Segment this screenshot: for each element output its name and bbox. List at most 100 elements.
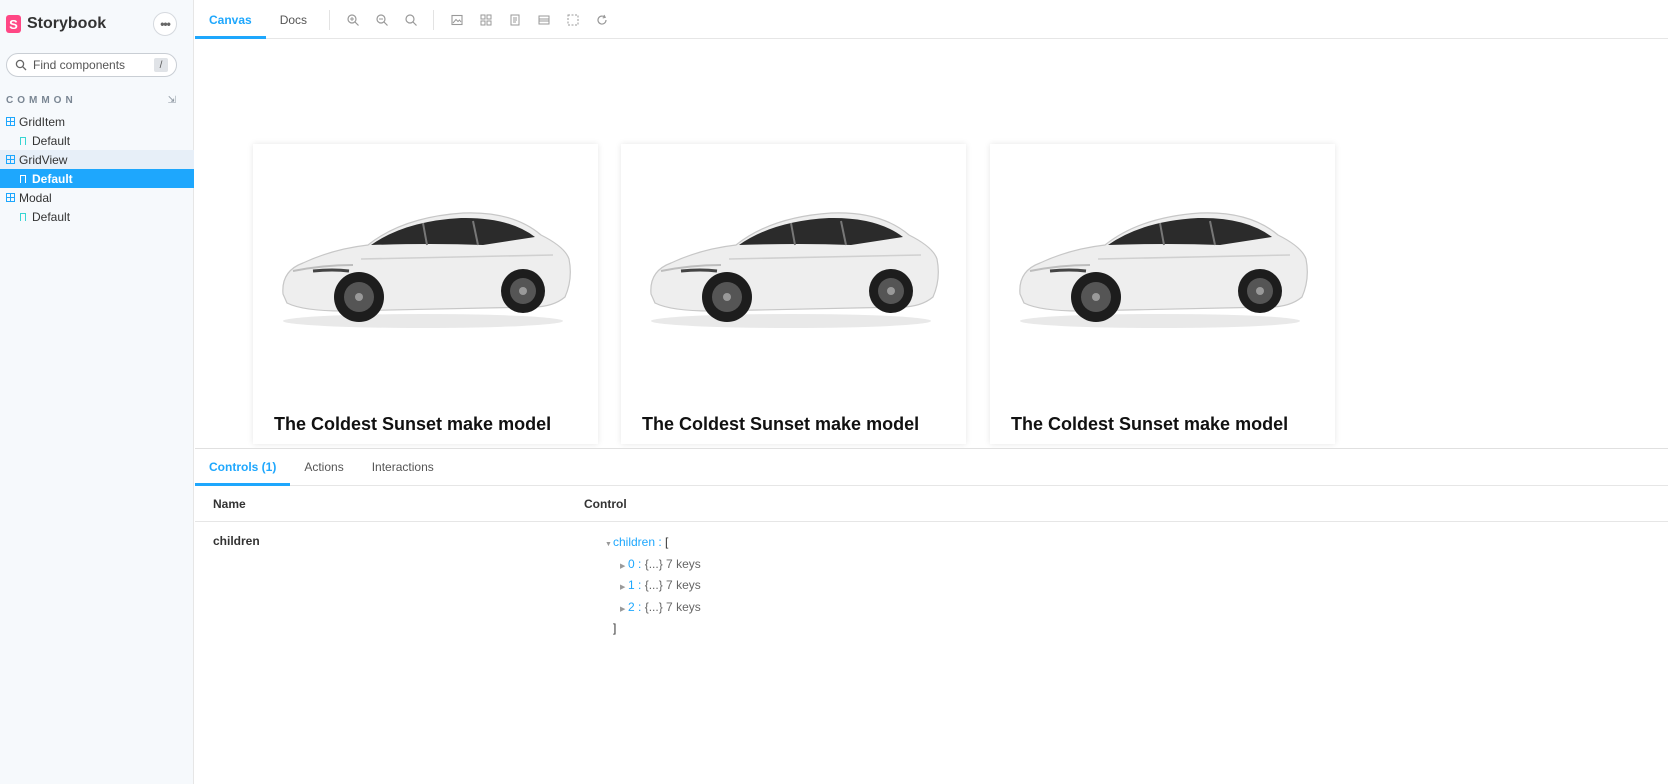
remount-icon [596,14,607,25]
card-title-text: model [1230,414,1289,434]
json-entry[interactable]: ▶ 2 : {...} 7 keys [605,598,701,620]
grid-button[interactable] [471,2,500,38]
card-title-bold: make [447,414,494,434]
component-icon [6,117,15,126]
sidebar-item-griditem[interactable]: GridItem [0,112,194,131]
search-input[interactable]: Find components / [6,53,177,77]
remount-button[interactable] [587,2,616,38]
json-key: children [613,535,656,549]
addon-tabs: Controls (1) Actions Interactions [195,449,1668,486]
collapse-triangle-icon[interactable]: ▼ [605,535,613,555]
sidebar-item-label: Default [32,171,73,186]
section-title: COMMON [6,95,77,106]
viewport-button[interactable] [529,2,558,38]
table-row: children ▼children : [ ▶ 0 : {...} 7 keys… [195,522,1668,642]
preview-toolbar: Canvas Docs [195,2,1668,39]
card-title-bold: make [1184,414,1231,434]
json-entry[interactable]: ▶ 0 : {...} 7 keys [605,555,701,577]
sidebar-item-label: GridView [19,152,68,167]
json-separator: : [634,578,645,592]
sidebar-item-griditem-default[interactable]: Default [0,131,194,150]
sidebar: S Storybook ••• Find components / COMMON… [0,0,194,784]
tab-docs[interactable]: Docs [266,2,321,38]
json-value: {...} 7 keys [644,599,701,614]
component-tree: GridItem Default GridView Default Modal … [0,112,194,226]
zoom-out-icon [375,14,388,26]
brand-name: Storybook [27,15,107,32]
card-title: The Coldest Sunset make model [1011,414,1288,435]
brand[interactable]: S Storybook [6,14,106,34]
outline-button[interactable] [500,2,529,38]
card-title: The Coldest Sunset make model [642,414,919,435]
card-title-text: The Coldest Sunset [642,414,816,434]
card-title-text: The Coldest Sunset [274,414,448,434]
ellipsis-icon: ••• [160,17,171,31]
sidebar-item-gridview[interactable]: GridView [0,150,194,169]
sidebar-item-label: Default [32,209,71,224]
json-separator: : [655,535,666,549]
json-object-control[interactable]: ▼children : [ ▶ 0 : {...} 7 keys ▶ 1 : {..… [605,533,701,639]
sidebar-item-label: Modal [19,190,52,205]
grid-item-card[interactable]: The Coldest Sunset make model [253,144,598,444]
json-root[interactable]: ▼children : [ [605,533,701,555]
tab-canvas[interactable]: Canvas [195,2,266,39]
grid-item-card[interactable]: The Coldest Sunset make model [621,144,966,444]
json-key: 1 [628,578,635,592]
background-icon [450,14,463,26]
sidebar-item-modal[interactable]: Modal [0,188,194,207]
json-bracket-close: ] [613,621,617,635]
measure-button[interactable] [558,2,587,38]
search-shortcut-badge: / [154,58,168,72]
bookmark-icon [20,212,26,221]
arg-name: children [213,534,260,548]
json-entry[interactable]: ▶ 1 : {...} 7 keys [605,576,701,598]
reset-zoom-button[interactable] [396,2,425,38]
json-key: 2 [628,599,635,614]
collapse-all-icon[interactable]: ⇲ [168,95,176,106]
expand-triangle-icon[interactable]: ▶ [620,557,628,577]
sidebar-item-modal-default[interactable]: Default [0,207,194,226]
storybook-logo-icon: S [6,15,21,33]
component-icon [6,193,15,202]
car-image [282,212,571,328]
bookmark-icon [20,136,26,145]
tab-controls[interactable]: Controls (1) [195,449,291,486]
grid-item-card[interactable]: The Coldest Sunset make model [990,144,1335,444]
card-title-text: The Coldest Sunset [1011,414,1185,434]
zoom-in-button[interactable] [338,2,367,38]
car-image [650,212,939,328]
json-key: 0 [628,556,635,571]
json-value: {...} 7 keys [644,556,701,571]
zoom-out-button[interactable] [367,2,396,38]
sidebar-item-label: GridItem [19,114,66,129]
card-title-text: model [493,414,552,434]
card-title-bold: make [815,414,862,434]
tab-actions[interactable]: Actions [290,449,357,485]
toolbar-divider [329,10,331,30]
bookmark-icon [20,174,26,183]
sidebar-item-gridview-default[interactable]: Default [0,169,194,188]
zoom-in-icon [346,14,359,26]
sidebar-item-label: Default [32,133,71,148]
grid-icon [480,14,492,26]
reset-zoom-icon [404,14,417,26]
expand-triangle-icon[interactable]: ▶ [620,600,628,620]
addons-panel: Controls (1) Actions Interactions Name C… [195,448,1668,784]
card-title: The Coldest Sunset make model [274,414,551,435]
measure-icon [567,14,579,26]
header-name: Name [213,496,246,511]
json-separator: : [634,599,645,614]
search-placeholder: Find components [33,58,126,72]
header-control: Control [584,496,627,511]
tab-interactions[interactable]: Interactions [358,449,448,485]
json-separator: : [634,556,645,571]
component-icon [6,155,15,164]
args-table-header: Name Control [195,486,1668,522]
json-bracket-open: [ [665,535,669,549]
background-button[interactable] [442,2,471,38]
sidebar-menu-button[interactable]: ••• [153,12,177,36]
viewport-icon [538,15,550,25]
car-image [1019,212,1308,328]
expand-triangle-icon[interactable]: ▶ [620,578,628,598]
toolbar-divider [433,10,435,30]
